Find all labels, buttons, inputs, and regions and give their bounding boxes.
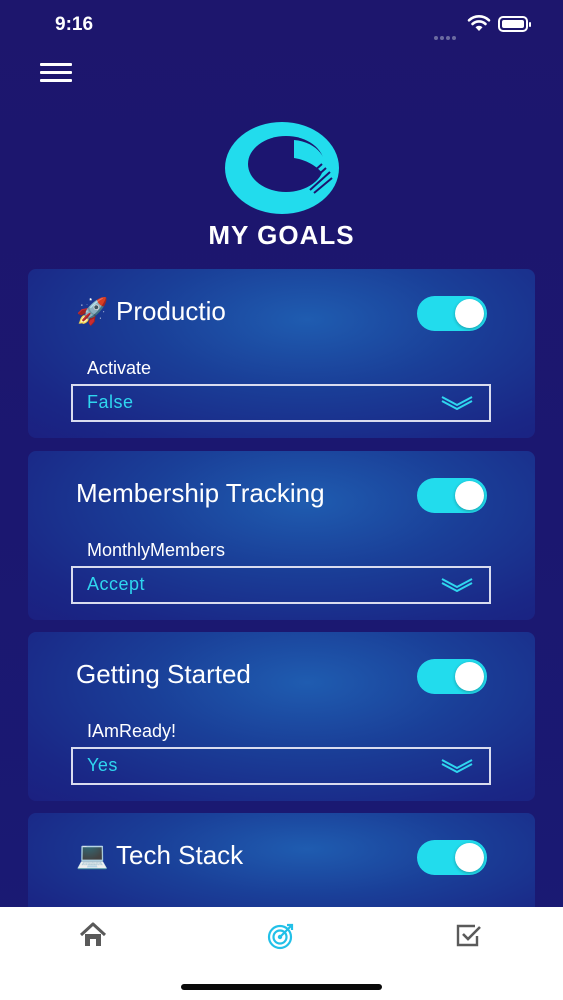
goal-card-title: 💻 Tech Stack	[76, 840, 243, 871]
goal-toggle[interactable]	[417, 478, 487, 513]
rocket-icon: 🚀	[76, 296, 109, 326]
goal-card-title: 🚀 Productio	[76, 296, 226, 327]
goal-card-title-text: Tech Stack	[116, 840, 244, 870]
checkbox-icon	[456, 924, 481, 947]
double-chevron-down-icon	[441, 759, 473, 778]
tab-home[interactable]	[78, 922, 108, 952]
tab-tasks[interactable]	[455, 922, 485, 952]
goal-card: Getting Started IAmReady! Yes	[28, 632, 535, 801]
hamburger-icon	[40, 63, 72, 66]
select-value: Yes	[87, 755, 118, 775]
wifi-icon	[467, 14, 491, 37]
cellular-signal-icon	[434, 27, 460, 40]
goal-toggle[interactable]	[417, 840, 487, 875]
target-icon	[267, 923, 294, 950]
goal-card-title-text: Productio	[116, 296, 226, 326]
goal-card: 🚀 Productio Activate False	[28, 269, 535, 438]
field-select[interactable]: Accept	[71, 566, 491, 604]
field-label: IAmReady!	[87, 721, 177, 741]
home-indicator	[181, 984, 382, 990]
hamburger-icon-bar	[40, 79, 72, 82]
field-label: Activate	[87, 358, 152, 378]
select-value: False	[87, 392, 134, 412]
hamburger-icon-bar	[40, 71, 72, 74]
goal-toggle[interactable]	[417, 296, 487, 331]
goal-card-title: Membership Tracking	[76, 478, 325, 508]
status-bar: 9:16	[0, 0, 563, 50]
tab-goals[interactable]	[266, 922, 296, 952]
double-chevron-down-icon	[441, 396, 473, 415]
field-label: MonthlyMembers	[87, 540, 226, 560]
double-chevron-down-icon	[441, 578, 473, 597]
field-select[interactable]: False	[71, 384, 491, 422]
goal-toggle[interactable]	[417, 659, 487, 694]
goals-screen: 9:16 MY GOALS 🚀 Productio Activate False…	[0, 0, 563, 1000]
app-logo	[222, 120, 342, 215]
menu-button[interactable]	[40, 63, 73, 83]
laptop-icon: 💻	[76, 840, 109, 870]
select-value: Accept	[87, 574, 146, 594]
battery-icon	[498, 16, 531, 32]
status-time: 9:16	[55, 14, 94, 35]
goal-card-title: Getting Started	[76, 659, 251, 689]
field-select[interactable]: Yes	[71, 747, 491, 785]
page-title: MY GOALS	[208, 220, 355, 250]
goal-card: Membership Tracking MonthlyMembers Accep…	[28, 451, 535, 620]
home-icon	[79, 922, 107, 946]
